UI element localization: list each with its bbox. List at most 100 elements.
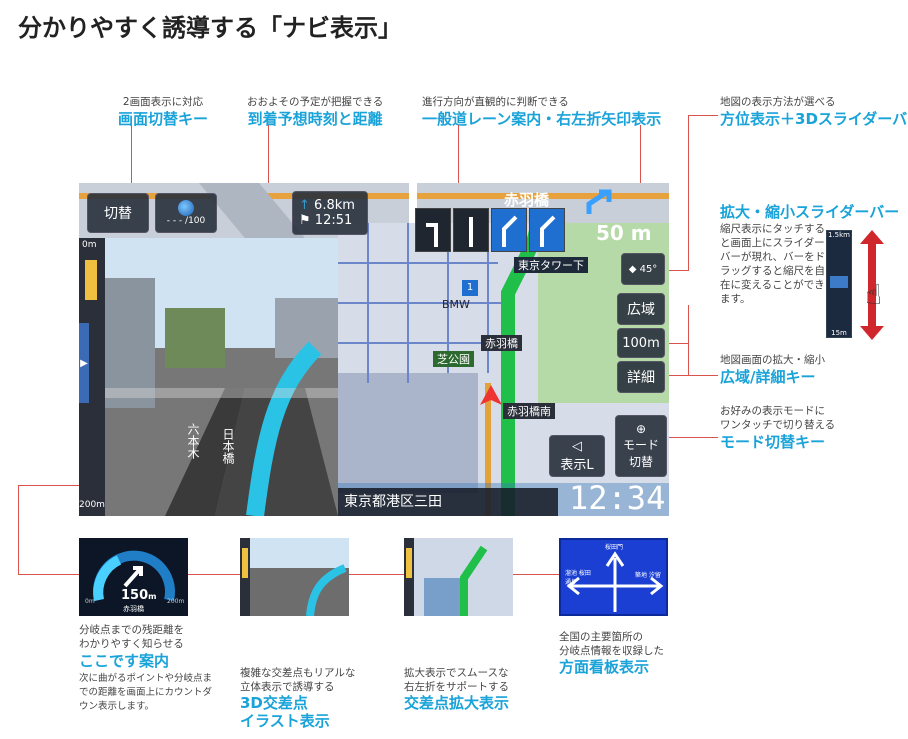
lane-right-turn-active	[491, 208, 527, 252]
callout-desc: 地図の表示方法が選べる	[720, 96, 836, 108]
tokyo-tower-label: 東京タワー下	[514, 257, 588, 273]
lead-line	[18, 485, 80, 486]
mode-switch-button[interactable]: ⊕ モード 切替	[615, 415, 667, 477]
up-arrow-icon: ↑	[299, 198, 310, 213]
intersection-3d-view: 六本木 日本橋	[105, 238, 338, 516]
distance-remaining: 6.8km	[314, 198, 355, 213]
route-number-sign: 1	[462, 280, 478, 296]
wide-area-button[interactable]: 広域	[617, 293, 665, 325]
slider-bottom-label: 15m	[831, 329, 847, 337]
thumb-caption: 拡大表示でスムースな 右左折をサポートする	[404, 666, 509, 694]
callout-screen-switch: 2画面表示に対応 画面切替キー	[118, 95, 208, 129]
note-line: 次に曲がるポイントや分岐点ま	[79, 673, 213, 684]
compass-icon: ◆	[628, 263, 637, 275]
callout-desc-line: ワンタッチで切り替える	[720, 419, 836, 431]
thumb-caption: 全国の主要箇所の 分岐点情報を収録した	[559, 630, 664, 658]
caption-line: 立体表示で誘導する	[240, 681, 335, 693]
junction-name: 赤羽橋	[504, 191, 550, 209]
touch-hand-icon: ☝	[865, 278, 883, 311]
callout-name: モード切替キー	[720, 433, 826, 451]
checkered-flag-icon: ⚑	[299, 213, 311, 228]
intersection-3d-thumbnail	[240, 538, 349, 616]
countdown-value: 150	[121, 588, 149, 603]
callout-name: 拡大・縮小スライダーバー	[720, 203, 900, 221]
countdown-left-scale: 0m	[85, 598, 95, 605]
countdown-right-scale: 200m	[167, 598, 185, 605]
lead-line	[18, 485, 19, 575]
slider-thumb	[830, 276, 848, 288]
mode-icon: ⊕	[635, 422, 647, 436]
akabanebashi-minami-label: 赤羽橋南	[503, 403, 555, 419]
thumb-koko-guidance: 150m 赤羽橋 0m 200m	[79, 538, 188, 616]
lane-left-turn	[415, 208, 451, 252]
title-line: 3D交差点	[240, 694, 308, 712]
page-title: 分かりやすく誘導する「ナビ表示」	[18, 14, 402, 42]
lead-line	[268, 125, 269, 185]
callout-desc-line: お好みの表示モードに	[720, 405, 825, 417]
caption-line: わかりやすく知らせる	[79, 638, 184, 650]
thumb-title: 方面看板表示	[559, 658, 650, 676]
detail-button[interactable]: 詳細	[617, 361, 665, 393]
thumb-intersection-enlarge	[404, 538, 513, 616]
callout-desc: 進行方向が直観的に判断できる	[422, 96, 569, 108]
back-triangle-icon: ◁	[572, 439, 582, 454]
arrival-info-panel: ↑ 6.8km ⚑ 12:51	[292, 191, 368, 235]
caption-line: 全国の主要箇所の	[559, 631, 643, 643]
thumb-title: 3D交差点 イラスト表示	[240, 694, 330, 730]
lane-straight	[453, 208, 489, 252]
road-marking-roppongi: 六本木	[186, 423, 200, 459]
road-marking-nihonbashi: 日本橋	[221, 428, 235, 464]
scale-bottom-label: 200m	[79, 500, 105, 510]
note-line: ウン表示します。	[79, 701, 155, 712]
right-turn-arrow-icon	[581, 188, 621, 214]
caption-line: 拡大表示でスムースな	[404, 667, 509, 679]
lead-line	[688, 115, 718, 116]
callout-wide-detail: 地図画面の拡大・縮小 広域/詳細キー	[720, 353, 825, 387]
bmw-label: BMW	[442, 298, 470, 311]
gauge-button[interactable]: - - - /100	[155, 193, 217, 233]
slider-top-label: 1.5km	[827, 231, 850, 239]
callout-desc: 地図画面の拡大・縮小	[720, 354, 825, 366]
thumb-title: ここです案内	[79, 652, 170, 670]
current-position-icon	[480, 385, 502, 405]
callout-desc: 2画面表示に対応	[122, 96, 204, 108]
display-left-label: 表示L	[560, 458, 594, 473]
zoom-slider-illustration: 1.5km 15m	[826, 230, 852, 338]
display-left-button[interactable]: ◁ 表示L	[549, 435, 605, 477]
lead-line	[458, 125, 459, 185]
countdown-distance: 150m	[121, 588, 156, 603]
thumb-caption: 複雑な交差点もリアルな 立体表示で誘導する	[240, 666, 355, 694]
caption-line: 右左折をサポートする	[404, 681, 509, 693]
scale-fill	[85, 260, 97, 300]
callout-mode: お好みの表示モードに ワンタッチで切り替える モード切替キー	[720, 404, 835, 452]
thumb-title: 交差点拡大表示	[404, 694, 510, 712]
callout-arrival: おおよその予定が把握できる 到着予想時刻と距離	[247, 95, 383, 129]
lead-line	[688, 115, 689, 270]
countdown-place: 赤羽橋	[123, 605, 144, 613]
callout-desc: おおよその予定が把握できる	[247, 96, 384, 108]
lane-right-turn-active	[529, 208, 565, 252]
callout-lane: 進行方向が直観的に判断できる 一般道レーン案内・右左折矢印表示	[422, 95, 661, 129]
caption-line: 分岐点までの残距離を	[79, 624, 184, 636]
thumb-signboard: 桜田門 溜池 桜田通り 築地 汐留	[559, 538, 668, 616]
sign-top: 桜田門	[605, 544, 624, 551]
mode-label-1: モード	[622, 438, 659, 452]
lead-line	[688, 305, 689, 375]
screen-switch-button[interactable]: 切替	[87, 193, 149, 233]
callout-heading: 地図の表示方法が選べる 方位表示＋3Dスライダーバー	[720, 95, 908, 129]
mode-label-2: 切替	[628, 455, 653, 469]
heading-button[interactable]: ◆ 45°	[621, 253, 665, 285]
side-panel-handle[interactable]: ▶	[79, 323, 89, 403]
title-line: イラスト表示	[240, 712, 330, 730]
arrival-time: 12:51	[314, 213, 353, 228]
akabanebashi-label: 赤羽橋	[481, 335, 522, 351]
thumb-3d-intersection	[240, 538, 349, 616]
scale-button[interactable]: 100m	[617, 328, 665, 358]
callout-name: 方位表示＋3Dスライダーバー	[720, 110, 908, 128]
shiba-park-label: 芝公園	[433, 351, 474, 367]
current-time: 12:34	[569, 479, 666, 516]
caption-line: 複雑な交差点もリアルな	[240, 667, 356, 679]
gauge-text: - - - /100	[166, 216, 206, 226]
intersection-3d-illustration	[105, 238, 338, 516]
thumb-caption: 分岐点までの残距離を わかりやすく知らせる	[79, 623, 184, 651]
